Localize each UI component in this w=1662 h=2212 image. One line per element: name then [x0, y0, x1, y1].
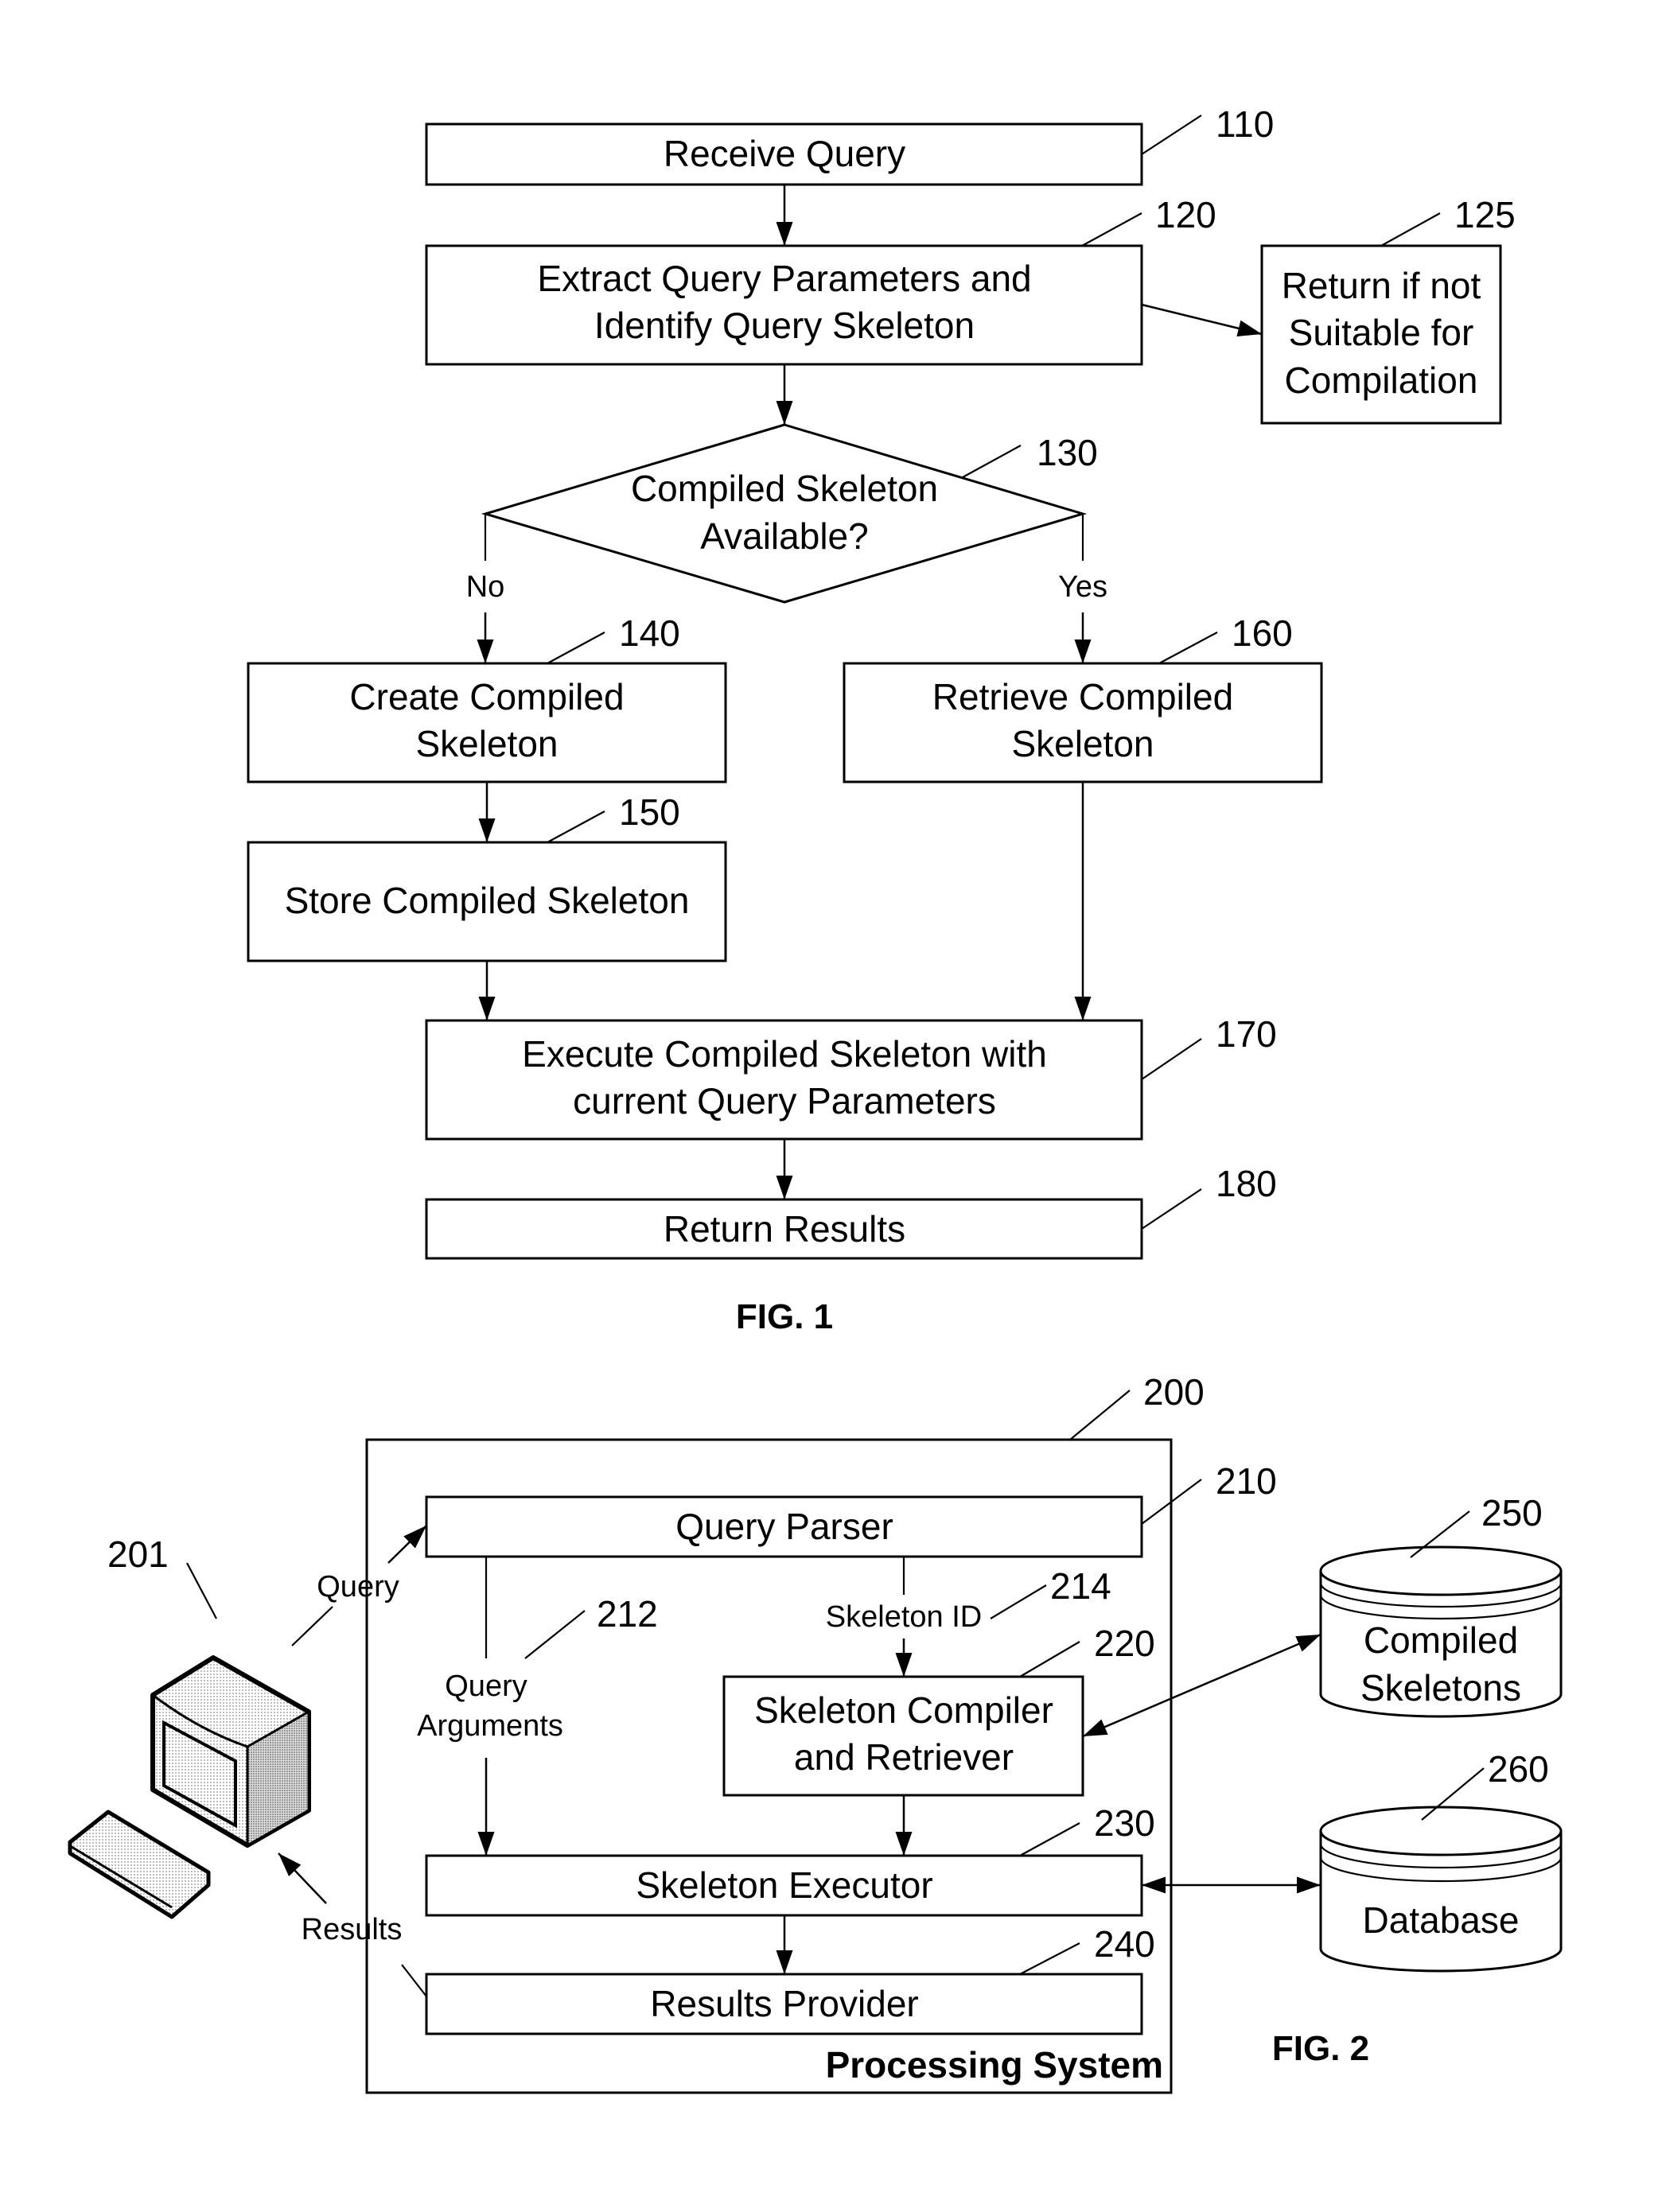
ref-210: 210: [1216, 1460, 1277, 1502]
ref-leader: [1081, 212, 1142, 247]
compiled-skeletons-line2: Skeletons: [1360, 1667, 1521, 1709]
step-180-text: Return Results: [664, 1208, 905, 1250]
ref-leader: [962, 445, 1022, 478]
client-computer-201: 201: [68, 1534, 311, 1919]
ref-220: 220: [1094, 1623, 1155, 1664]
decision-130-line1: Compiled Skeleton: [631, 468, 938, 509]
arrow-results-client: [278, 1852, 327, 1904]
ref-leader: [1141, 1188, 1202, 1230]
results-provider-label: Results Provider: [650, 1983, 918, 2024]
ref-leader: [1141, 1038, 1202, 1080]
ref-leader: [186, 1562, 217, 1619]
compiled-skeletons-store-250: Compiled Skeletons 250: [1319, 1492, 1563, 1718]
database-label: Database: [1363, 1899, 1520, 1941]
step-120-line1: Extract Query Parameters and: [537, 258, 1031, 299]
step-150-text: Store Compiled Skeleton: [285, 880, 690, 921]
ref-150: 150: [619, 791, 680, 833]
step-110-text: Receive Query: [664, 133, 905, 174]
ref-140: 140: [619, 612, 680, 654]
ref-130: 130: [1037, 432, 1098, 473]
fig1: Receive Query 110 Extract Query Paramete…: [247, 103, 1516, 1336]
ref-212: 212: [597, 1593, 658, 1635]
ref-260: 260: [1488, 1748, 1549, 1790]
step-120-line2: Identify Query Skeleton: [594, 305, 975, 346]
ref-leader: [547, 811, 605, 843]
step-170-line2: current Query Parameters: [573, 1080, 996, 1122]
ref-214: 214: [1050, 1565, 1111, 1607]
ref-120: 120: [1155, 194, 1216, 235]
decision-130-line2: Available?: [700, 515, 868, 557]
compiler-label-line2: and Retriever: [794, 1736, 1014, 1778]
step-110-receive-query: Receive Query 110: [425, 103, 1274, 186]
keyboard-icon: [68, 1810, 211, 1919]
step-160-line1: Retrieve Compiled: [932, 676, 1233, 717]
decision-130-skeleton-available: Compiled Skeleton Available? 130: [481, 423, 1098, 604]
ref-180: 180: [1216, 1163, 1277, 1204]
fig2-caption: FIG. 2: [1272, 2029, 1369, 2068]
ref-leader: [1158, 632, 1218, 664]
executor-label: Skeleton Executor: [636, 1864, 932, 1906]
query-args-label-line2: Arguments: [417, 1709, 563, 1743]
query-args-label-line1: Query: [445, 1670, 527, 1703]
ref-125: 125: [1454, 194, 1516, 235]
ref-leader: [1069, 1390, 1131, 1440]
ref-leader: [1141, 115, 1202, 155]
ref-201: 201: [107, 1534, 169, 1575]
step-140-line2: Skeleton: [415, 723, 558, 764]
step-120-extract-parameters: Extract Query Parameters and Identify Qu…: [425, 194, 1216, 366]
processing-system-label: Processing System: [826, 2044, 1163, 2086]
query-flow-line: [291, 1606, 333, 1646]
compiler-label-line1: Skeleton Compiler: [754, 1689, 1053, 1731]
fig1-caption: FIG. 1: [736, 1297, 833, 1336]
ref-leader: [1380, 212, 1441, 247]
query-parser-label: Query Parser: [675, 1506, 893, 1547]
arrow-120-125: [1141, 303, 1263, 337]
query-flow-label: Query: [317, 1570, 399, 1604]
results-flow-label: Results: [302, 1913, 403, 1946]
ref-160: 160: [1232, 612, 1293, 654]
ref-110: 110: [1216, 103, 1274, 145]
branch-label-yes: Yes: [1058, 570, 1107, 604]
step-170-execute: Execute Compiled Skeleton with current Q…: [425, 1013, 1277, 1141]
computer-icon: [150, 1655, 311, 1848]
ref-240: 240: [1094, 1923, 1155, 1965]
patent-figures: Receive Query 110 Extract Query Paramete…: [68, 103, 1563, 2094]
step-125-line3: Compilation: [1285, 360, 1478, 401]
ref-170: 170: [1216, 1013, 1277, 1055]
ref-250: 250: [1481, 1492, 1543, 1534]
step-140-create-compiled: Create Compiled Skeleton 140: [247, 612, 727, 783]
skeleton-id-label: Skeleton ID: [826, 1600, 982, 1634]
ref-200: 200: [1143, 1371, 1205, 1413]
step-180-return-results: Return Results 180: [425, 1163, 1277, 1260]
compiled-skeletons-line1: Compiled: [1364, 1619, 1518, 1661]
ref-leader: [547, 632, 605, 664]
ref-230: 230: [1094, 1802, 1155, 1844]
branch-label-no: No: [466, 570, 505, 604]
step-125-line2: Suitable for: [1289, 312, 1474, 353]
step-140-line1: Create Compiled: [349, 676, 624, 717]
step-125-line1: Return if not: [1282, 265, 1481, 306]
step-125-return-not-suitable: Return if not Suitable for Compilation 1…: [1260, 194, 1516, 425]
step-170-line1: Execute Compiled Skeleton with: [522, 1033, 1047, 1075]
step-160-line2: Skeleton: [1011, 723, 1154, 764]
